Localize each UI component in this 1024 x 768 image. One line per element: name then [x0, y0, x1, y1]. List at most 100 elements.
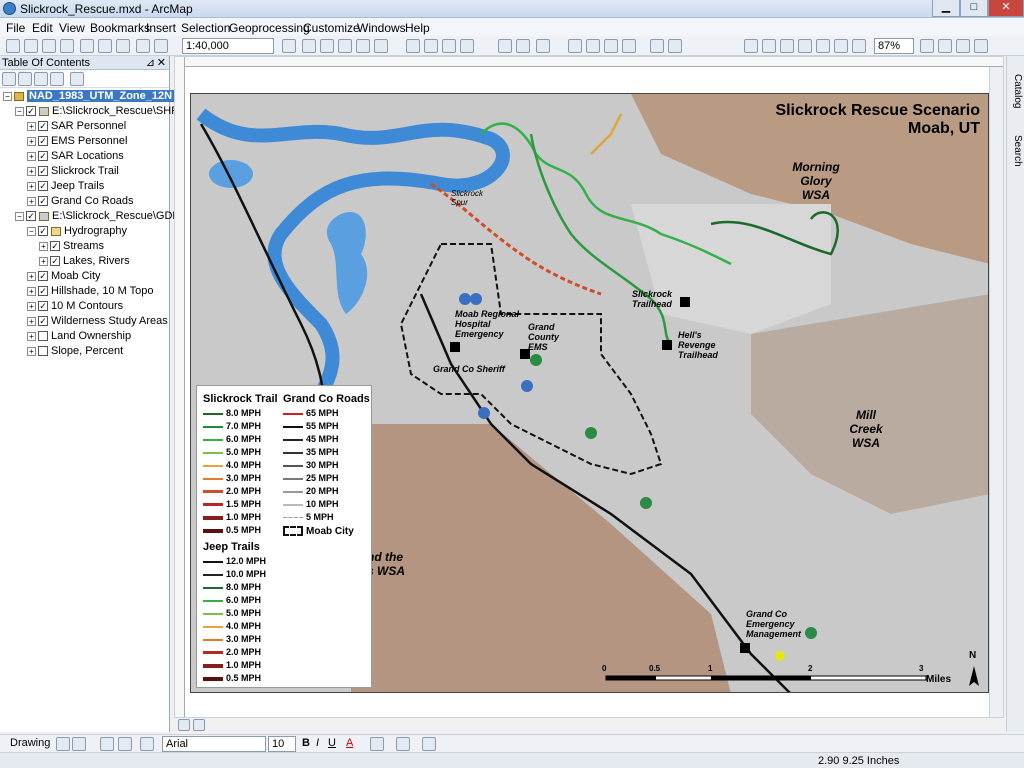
zoom-100-icon[interactable]	[816, 39, 830, 53]
expand-icon[interactable]: +	[27, 196, 36, 206]
checkbox[interactable]: ✓	[26, 211, 36, 222]
toc-layer-row[interactable]: + ✓ Moab City	[27, 269, 101, 283]
new-document-icon[interactable]	[6, 39, 20, 53]
checkbox[interactable]: ✓	[38, 286, 48, 297]
catalog-tab[interactable]: Catalog	[1009, 66, 1023, 116]
maximize-button[interactable]: □	[960, 0, 988, 17]
select-elements-icon[interactable]	[56, 737, 70, 751]
expand-icon[interactable]: +	[39, 241, 48, 251]
toc-layer-row[interactable]: + ✓ Wilderness Study Areas	[27, 314, 168, 328]
toc-close-icon[interactable]: ✕	[157, 56, 166, 70]
layout-zoom-out-icon[interactable]	[762, 39, 776, 53]
menu-windows[interactable]: Windows	[357, 21, 406, 35]
edit-vertices-icon[interactable]	[140, 737, 154, 751]
html-popup-icon[interactable]	[622, 39, 636, 53]
toc-layer-row[interactable]: + Slope, Percent	[27, 344, 123, 358]
cut-icon[interactable]	[80, 39, 94, 53]
checkbox[interactable]	[38, 346, 48, 357]
drawing-menu[interactable]: Drawing	[10, 737, 50, 749]
full-extent-icon[interactable]	[460, 39, 474, 53]
toc-layer-row[interactable]: + ✓ 10 M Contours	[27, 299, 123, 313]
expand-icon[interactable]: +	[27, 271, 36, 281]
bold-button[interactable]: B	[302, 737, 310, 749]
expand-icon[interactable]: +	[39, 256, 48, 266]
rotate-icon[interactable]	[72, 737, 86, 751]
toc-layer-row[interactable]: + ✓ Jeep Trails	[27, 179, 104, 193]
toc-layer-row[interactable]: + ✓ Slickrock Trail	[27, 164, 119, 178]
toc-pin-icon[interactable]: ⊿	[146, 56, 155, 70]
expand-icon[interactable]: +	[27, 166, 36, 176]
toc-layer-row[interactable]: + ✓ SAR Personnel	[27, 119, 126, 133]
line-color-icon[interactable]	[396, 737, 410, 751]
checkbox[interactable]: ✓	[38, 316, 48, 327]
search-window-icon[interactable]	[356, 39, 370, 53]
expand-icon[interactable]: +	[27, 181, 36, 191]
toc-layer-row[interactable]: + Land Ownership	[27, 329, 131, 343]
checkbox[interactable]: ✓	[38, 136, 48, 147]
checkbox[interactable]: ✓	[38, 301, 48, 312]
open-icon[interactable]	[24, 39, 38, 53]
paste-icon[interactable]	[116, 39, 130, 53]
select-features-icon[interactable]	[536, 39, 550, 53]
zoom-in-icon[interactable]	[406, 39, 420, 53]
undo-icon[interactable]	[136, 39, 150, 53]
toc-layer-row[interactable]: + ✓ SAR Locations	[27, 149, 124, 163]
list-by-drawing-order-icon[interactable]	[2, 72, 16, 86]
menu-help[interactable]: Help	[405, 21, 430, 35]
back-icon[interactable]	[498, 39, 512, 53]
toc-options-icon[interactable]	[70, 72, 84, 86]
close-button[interactable]: ✕	[988, 0, 1024, 17]
data-frame-label[interactable]: NAD_1983_UTM_Zone_12N	[27, 90, 175, 102]
menu-insert[interactable]: Insert	[146, 21, 176, 35]
identify-icon[interactable]	[586, 39, 600, 53]
print-icon[interactable]	[60, 39, 74, 53]
search-tab[interactable]: Search	[1009, 126, 1023, 176]
checkbox[interactable]: ✓	[50, 241, 60, 252]
toc-layer-row[interactable]: + ✓ Hillshade, 10 M Topo	[27, 284, 154, 298]
checkbox[interactable]: ✓	[26, 106, 36, 117]
checkbox[interactable]: ✓	[38, 226, 48, 237]
find-icon[interactable]	[650, 39, 664, 53]
rectangle-icon[interactable]	[100, 737, 114, 751]
minimize-button[interactable]: ▁	[932, 0, 960, 17]
font-color-button[interactable]: A	[346, 737, 353, 749]
focus-data-frame-icon[interactable]	[938, 39, 952, 53]
toc-group-row[interactable]: − ✓ Hydrography	[27, 224, 127, 238]
expand-icon[interactable]: +	[27, 286, 36, 296]
select-elements-icon[interactable]	[568, 39, 582, 53]
vertical-scrollbar[interactable]	[989, 67, 1003, 717]
checkbox[interactable]: ✓	[50, 256, 60, 267]
checkbox[interactable]: ✓	[38, 271, 48, 282]
collapse-icon[interactable]: −	[3, 91, 12, 101]
checkbox[interactable]: ✓	[38, 196, 48, 207]
list-by-source-icon[interactable]	[18, 72, 32, 86]
checkbox[interactable]: ✓	[38, 181, 48, 192]
layout-pan-icon[interactable]	[780, 39, 794, 53]
change-layout-icon[interactable]	[956, 39, 970, 53]
toggle-draft-icon[interactable]	[920, 39, 934, 53]
map-legend[interactable]: Slickrock Trail Grand Co Roads 8.0 MPH 7…	[196, 385, 372, 688]
menu-file[interactable]: File	[6, 21, 25, 35]
editor-icon[interactable]	[302, 39, 316, 53]
expand-icon[interactable]: +	[27, 346, 36, 356]
layout-back-icon[interactable]	[834, 39, 848, 53]
hyperlink-icon[interactable]	[604, 39, 618, 53]
data-driven-pages-icon[interactable]	[974, 39, 988, 53]
marker-color-icon[interactable]	[422, 737, 436, 751]
menu-edit[interactable]: Edit	[32, 21, 53, 35]
menu-customize[interactable]: Customize	[303, 21, 360, 35]
checkbox[interactable]: ✓	[38, 151, 48, 162]
layout-forward-icon[interactable]	[852, 39, 866, 53]
zoom-whole-page-icon[interactable]	[798, 39, 812, 53]
zoom-out-icon[interactable]	[424, 39, 438, 53]
collapse-icon[interactable]: −	[27, 226, 36, 236]
copy-icon[interactable]	[98, 39, 112, 53]
layout-zoom-in-icon[interactable]	[744, 39, 758, 53]
measure-icon[interactable]	[668, 39, 682, 53]
pan-icon[interactable]	[442, 39, 456, 53]
toc-layer-row[interactable]: + ✓ Streams	[39, 239, 104, 253]
menu-bookmarks[interactable]: Bookmarks	[90, 21, 150, 35]
menu-geoprocessing[interactable]: Geoprocessing	[229, 21, 310, 35]
save-icon[interactable]	[42, 39, 56, 53]
add-data-icon[interactable]	[154, 39, 168, 53]
